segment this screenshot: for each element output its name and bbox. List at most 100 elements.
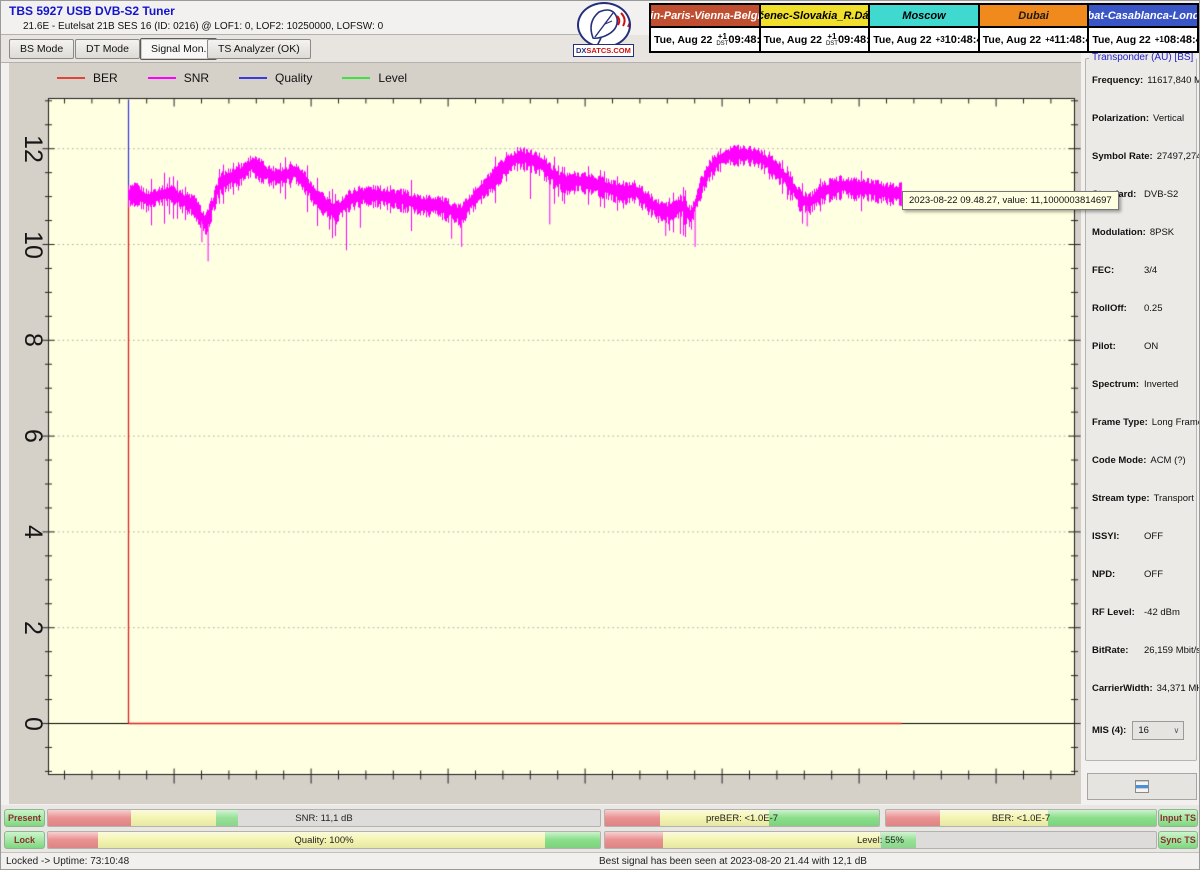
field-value: ON: [1144, 341, 1158, 352]
y-axis-tick-label: 10: [11, 223, 55, 267]
clock-utc-offset: +1DST: [826, 33, 838, 47]
field-label: Polarization:: [1092, 113, 1149, 124]
snr-bar-label: SNR: 11,1 dB: [48, 810, 600, 826]
mis-label: MIS (4):: [1092, 725, 1126, 736]
present-indicator: Present: [4, 809, 45, 827]
legend-line-icon: [342, 77, 370, 79]
transponder-panel: Transponder (AU) [BS] Frequency:11617,84…: [1085, 58, 1197, 761]
field-label: Stream type:: [1092, 493, 1150, 504]
field-value: Vertical: [1153, 113, 1184, 124]
field-label: Code Mode:: [1092, 455, 1146, 466]
field-label: CarrierWidth:: [1092, 683, 1153, 694]
transponder-panel-title: Transponder (AU) [BS]: [1089, 52, 1196, 63]
tab-dt-mode[interactable]: DT Mode: [75, 39, 140, 59]
clock-panel: Berlin-Paris-Vienna-Belgrade Tue, Aug 22…: [649, 3, 761, 53]
chart-value-tooltip: 2023-08-22 09.48.27, value: 11,100000381…: [902, 191, 1119, 210]
transponder-field: Modulation: 8PSK: [1086, 223, 1196, 261]
field-value: Transport: [1154, 493, 1194, 504]
y-axis-tick-label: 2: [11, 606, 55, 650]
ber-progress-bar: BER: <1.0E-7: [885, 809, 1157, 827]
lock-uptime-status: Locked -> Uptime: 73:10:48: [6, 856, 129, 867]
legend-label: Quality: [275, 71, 312, 85]
mis-row: MIS (4): 16 ∨: [1092, 721, 1196, 740]
clock-panel: Rabat-Casablanca-London Tue, Aug 22 +1 0…: [1087, 3, 1199, 53]
legend-label: SNR: [184, 71, 209, 85]
indicator-strip: Present Lock Input TS Sync TS SNR: 11,1 …: [1, 805, 1200, 852]
tuner-subtitle: 21.6E - Eutelsat 21B SES 16 (ID: 0216) @…: [23, 21, 383, 32]
preber-bar-label: preBER: <1.0E-7: [605, 810, 879, 826]
field-label: RF Level:: [1092, 607, 1140, 618]
clock-time: 08:48:41: [1164, 34, 1200, 46]
transponder-field: Code Mode:ACM (?): [1086, 451, 1196, 489]
legend-item-snr: SNR: [148, 71, 209, 85]
signal-chart-canvas: [9, 63, 1081, 804]
field-label: RollOff:: [1092, 303, 1140, 314]
field-value: 11617,840 MHz: [1147, 75, 1200, 86]
field-value: OFF: [1144, 531, 1163, 542]
clock-city-label: Berlin-Paris-Vienna-Belgrade: [651, 5, 759, 26]
transponder-field: Polarization: Vertical: [1086, 109, 1196, 147]
legend-label: Level: [378, 71, 407, 85]
clock-time-row: Tue, Aug 22 +1DST 09:48:41: [651, 26, 759, 51]
field-value: Inverted: [1144, 379, 1178, 390]
field-label: Frequency:: [1092, 75, 1143, 86]
ber-bar-label: BER: <1.0E-7: [886, 810, 1156, 826]
field-label: Pilot:: [1092, 341, 1140, 352]
input-ts-indicator: Input TS: [1158, 809, 1198, 827]
level-progress-bar: Level: 55%: [604, 831, 1157, 849]
clock-date: Tue, Aug 22: [764, 34, 822, 46]
legend-item-ber: BER: [57, 71, 118, 85]
best-signal-status: Best signal has been seen at 2023-08-20 …: [599, 856, 867, 867]
clock-city-label: Lučenec-Slovakia_R.Dávid: [761, 5, 869, 26]
tab-signal-mon[interactable]: Signal Mon.: [140, 38, 217, 60]
list-rows-icon: [1135, 780, 1149, 793]
mis-dropdown[interactable]: 16 ∨: [1132, 721, 1184, 740]
sync-ts-indicator: Sync TS: [1158, 831, 1198, 849]
quality-progress-bar: Quality: 100%: [47, 831, 601, 849]
level-bar-label: Level: 55%: [605, 832, 1156, 848]
layout-toggle-button[interactable]: [1087, 773, 1197, 800]
y-axis-tick-label: 8: [11, 318, 55, 362]
transponder-field: Symbol Rate:27497,274 KS/s: [1086, 147, 1196, 185]
field-value: 26,159 Mbit/s: [1144, 645, 1200, 656]
clock-time-row: Tue, Aug 22 +1 08:48:41: [1089, 26, 1197, 51]
transponder-field: BitRate:26,159 Mbit/s: [1086, 641, 1196, 679]
chart-legend: BER SNR Quality Level: [57, 71, 437, 85]
logo-text: DXSATCS.COM: [573, 44, 634, 57]
transponder-field: Spectrum:Inverted: [1086, 375, 1196, 413]
transponder-field: FEC:3/4: [1086, 261, 1196, 299]
clock-utc-offset: +1DST: [716, 33, 728, 47]
transponder-field: RF Level: -42 dBm: [1086, 603, 1196, 641]
transponder-fields: Frequency:11617,840 MHzPolarization:Vert…: [1086, 71, 1196, 717]
field-label: Modulation:: [1092, 227, 1146, 238]
legend-line-icon: [57, 77, 85, 79]
clock-utc-offset: +4: [1045, 36, 1054, 44]
legend-item-quality: Quality: [239, 71, 312, 85]
legend-item-level: Level: [342, 71, 407, 85]
transponder-field: ISSYI:OFF: [1086, 527, 1196, 565]
legend-label: BER: [93, 71, 118, 85]
legend-line-icon: [148, 77, 176, 79]
clock-date: Tue, Aug 22: [983, 34, 1041, 46]
tuner-window: TBS 5927 USB DVB-S2 Tuner 21.6E - Eutels…: [0, 0, 1200, 870]
field-value: Long Frame: [1152, 417, 1200, 428]
tab-ts-analyzer-ok[interactable]: TS Analyzer (OK): [207, 39, 311, 59]
field-value: 3/4: [1144, 265, 1157, 276]
transponder-field: CarrierWidth:34,371 MHz: [1086, 679, 1196, 717]
y-axis-tick-label: 0: [11, 702, 55, 746]
tab-bs-mode[interactable]: BS Mode: [9, 39, 74, 59]
clock-panel: Dubai Tue, Aug 22 +4 11:48:41: [978, 3, 1090, 53]
clock-city-label: Moscow: [870, 5, 978, 26]
clock-date: Tue, Aug 22: [873, 34, 931, 46]
y-axis-tick-label: 6: [11, 414, 55, 458]
preber-progress-bar: preBER: <1.0E-7: [604, 809, 880, 827]
clock-time-row: Tue, Aug 22 +1DST 09:48:41: [761, 26, 869, 51]
field-value: 34,371 MHz: [1157, 683, 1200, 694]
clock-date: Tue, Aug 22: [654, 34, 712, 46]
quality-bar-label: Quality: 100%: [48, 832, 600, 848]
field-value: -42 dBm: [1144, 607, 1180, 618]
mis-selected-value: 16: [1138, 725, 1149, 736]
signal-chart-area: BERSNRQualityLevel 2023-08-22 09.48.27, …: [9, 63, 1081, 804]
field-value: 8PSK: [1150, 227, 1174, 238]
window-title: TBS 5927 USB DVB-S2 Tuner: [9, 4, 175, 18]
